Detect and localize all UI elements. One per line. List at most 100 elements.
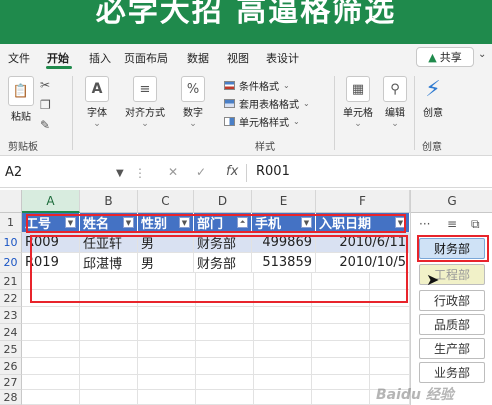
number-button[interactable]: % 数字 ⌄ — [176, 76, 210, 129]
row-header[interactable]: 21 — [0, 273, 22, 290]
cells-button[interactable]: ▦ 单元格 ⌄ — [338, 76, 378, 129]
tab-home[interactable]: 开始 — [47, 50, 69, 66]
spreadsheet-grid[interactable]: A B C D E F 1 10 20 21 22 23 24 25 26 27… — [0, 190, 410, 405]
table-cell[interactable]: 2010/10/5 — [316, 253, 410, 273]
row-header[interactable]: 28 — [0, 390, 22, 405]
multiselect-icon[interactable]: ≡ — [447, 217, 457, 231]
format-painter-icon[interactable]: ✎ — [40, 118, 50, 132]
tab-data[interactable]: 数据 — [187, 50, 209, 66]
row-header[interactable]: 20 — [0, 253, 22, 273]
ribbon-collapse-icon[interactable]: ⌄ — [478, 49, 486, 60]
table-cell[interactable]: 2010/6/11 — [316, 233, 410, 253]
share-button[interactable]: ▲ 共享 — [416, 47, 474, 67]
table-header-cell[interactable]: 工号 ▼ — [22, 213, 80, 233]
table-cell[interactable]: R019 — [22, 253, 80, 273]
column-header-d[interactable]: D — [194, 190, 252, 213]
table-header-cell[interactable]: 性别 ▼ — [138, 213, 194, 233]
tab-table-design[interactable]: 表设计 — [266, 50, 299, 66]
row-header[interactable]: 23 — [0, 307, 22, 324]
empty-row[interactable] — [22, 358, 410, 375]
column-header-c[interactable]: C — [138, 190, 194, 213]
row-header[interactable]: 22 — [0, 290, 22, 307]
header-label: 部门 — [197, 217, 224, 232]
row-header[interactable]: 1 — [0, 213, 22, 233]
filter-dropdown-icon[interactable]: ▼ — [123, 217, 134, 228]
fx-icon[interactable]: fx — [226, 164, 238, 179]
clear-filter-icon[interactable]: ⧉ — [471, 217, 480, 232]
filter-applied-icon[interactable]: ⏶ — [237, 217, 248, 228]
slicer-item[interactable]: 行政部 — [419, 290, 485, 311]
select-all-corner[interactable] — [0, 190, 22, 213]
formula-bar: A2 ▼ ⋮ ✕ ✓ fx R001 — [0, 158, 492, 188]
active-tab-indicator — [46, 66, 72, 69]
format-as-table-button[interactable]: 套用表格格式 ⌄ — [224, 96, 310, 111]
table-header-cell[interactable]: 入职日期 ▼ — [316, 213, 410, 233]
conditional-format-button[interactable]: 条件格式 ⌄ — [224, 78, 290, 93]
column-header-e[interactable]: E — [252, 190, 316, 213]
cell-style-button[interactable]: 单元格样式 ⌄ — [224, 114, 300, 129]
filter-dropdown-icon[interactable]: ▼ — [395, 217, 406, 228]
table-cell[interactable]: 任亚轩 — [80, 233, 138, 253]
table-cell[interactable]: 499869 — [252, 233, 316, 253]
table-cell[interactable]: 男 — [138, 233, 194, 253]
tab-view[interactable]: 视图 — [227, 50, 249, 66]
empty-row[interactable] — [22, 290, 410, 307]
filter-dropdown-icon[interactable]: ▼ — [179, 217, 190, 228]
paste-group[interactable]: 📋 粘贴 — [6, 76, 36, 123]
row-header[interactable]: 10 — [0, 233, 22, 253]
confirm-icon[interactable]: ✓ — [196, 165, 206, 179]
row-header[interactable]: 25 — [0, 341, 22, 358]
format-as-table-label: 套用表格格式 — [239, 100, 299, 111]
table-cell[interactable]: 男 — [138, 253, 194, 273]
table-header-cell[interactable]: 姓名 ▼ — [80, 213, 138, 233]
slicer-item[interactable]: 财务部 — [419, 238, 485, 259]
formula-input[interactable]: R001 — [256, 164, 290, 179]
banner: 必学大招 高逼格筛选 — [0, 0, 492, 44]
formula-divider — [246, 164, 247, 182]
idea-button[interactable]: ⚡ 创意 — [418, 76, 448, 119]
table-header-cell[interactable]: 手机 ▼ — [252, 213, 316, 233]
empty-row[interactable] — [22, 324, 410, 341]
font-button[interactable]: A 字体 ⌄ — [80, 76, 114, 129]
align-icon: ≡ — [133, 76, 157, 102]
table-cell[interactable]: R009 — [22, 233, 80, 253]
tab-insert[interactable]: 插入 — [89, 50, 111, 66]
row-header[interactable]: 24 — [0, 324, 22, 341]
column-header-f[interactable]: F — [316, 190, 410, 213]
filter-dropdown-icon[interactable]: ▼ — [65, 217, 76, 228]
slicer-item[interactable]: 品质部 — [419, 314, 485, 335]
row-header[interactable]: 26 — [0, 358, 22, 375]
cancel-icon[interactable]: ✕ — [168, 165, 178, 179]
empty-row[interactable] — [22, 390, 410, 405]
slicer-column: G ··· ≡ ⧉ 财务部 工程部 行政部 品质部 生产部 业务部 — [410, 190, 492, 405]
paste-label: 粘贴 — [11, 112, 31, 123]
table-cell[interactable]: 财务部 — [194, 253, 252, 273]
row-header[interactable]: 27 — [0, 375, 22, 390]
tab-file[interactable]: 文件 — [8, 50, 30, 66]
slicer-more-icon[interactable]: ··· — [419, 217, 430, 231]
empty-row[interactable] — [22, 307, 410, 324]
slicer-item[interactable]: 业务部 — [419, 362, 485, 383]
empty-row[interactable] — [22, 273, 410, 290]
name-box[interactable]: A2 — [2, 163, 112, 183]
ribbon-tabs: 文件 开始 插入 页面布局 数据 视图 表设计 ▲ 共享 ⌄ — [0, 44, 492, 70]
column-header-a[interactable]: A — [22, 190, 80, 213]
table-cell[interactable]: 邱湛博 — [80, 253, 138, 273]
table-cell[interactable]: 财务部 — [194, 233, 252, 253]
empty-row[interactable] — [22, 375, 410, 390]
column-header-b[interactable]: B — [80, 190, 138, 213]
column-header-g[interactable]: G — [411, 190, 492, 213]
edit-button[interactable]: ⚲ 编辑 ⌄ — [380, 76, 410, 129]
copy-icon[interactable]: ❐ — [40, 98, 51, 112]
empty-row[interactable] — [22, 341, 410, 358]
chevron-down-icon[interactable]: ▼ — [116, 168, 124, 179]
align-button[interactable]: ≡ 对齐方式 ⌄ — [118, 76, 172, 129]
tab-page-layout[interactable]: 页面布局 — [124, 50, 168, 66]
filter-dropdown-icon[interactable]: ▼ — [301, 217, 312, 228]
chevron-down-icon: ⌄ — [189, 119, 197, 129]
search-icon: ⚲ — [383, 76, 407, 102]
slicer-item[interactable]: 生产部 — [419, 338, 485, 359]
table-header-cell[interactable]: 部门 ⏶ — [194, 213, 252, 233]
cut-icon[interactable]: ✂ — [40, 78, 50, 92]
table-cell[interactable]: 513859 — [252, 253, 316, 273]
